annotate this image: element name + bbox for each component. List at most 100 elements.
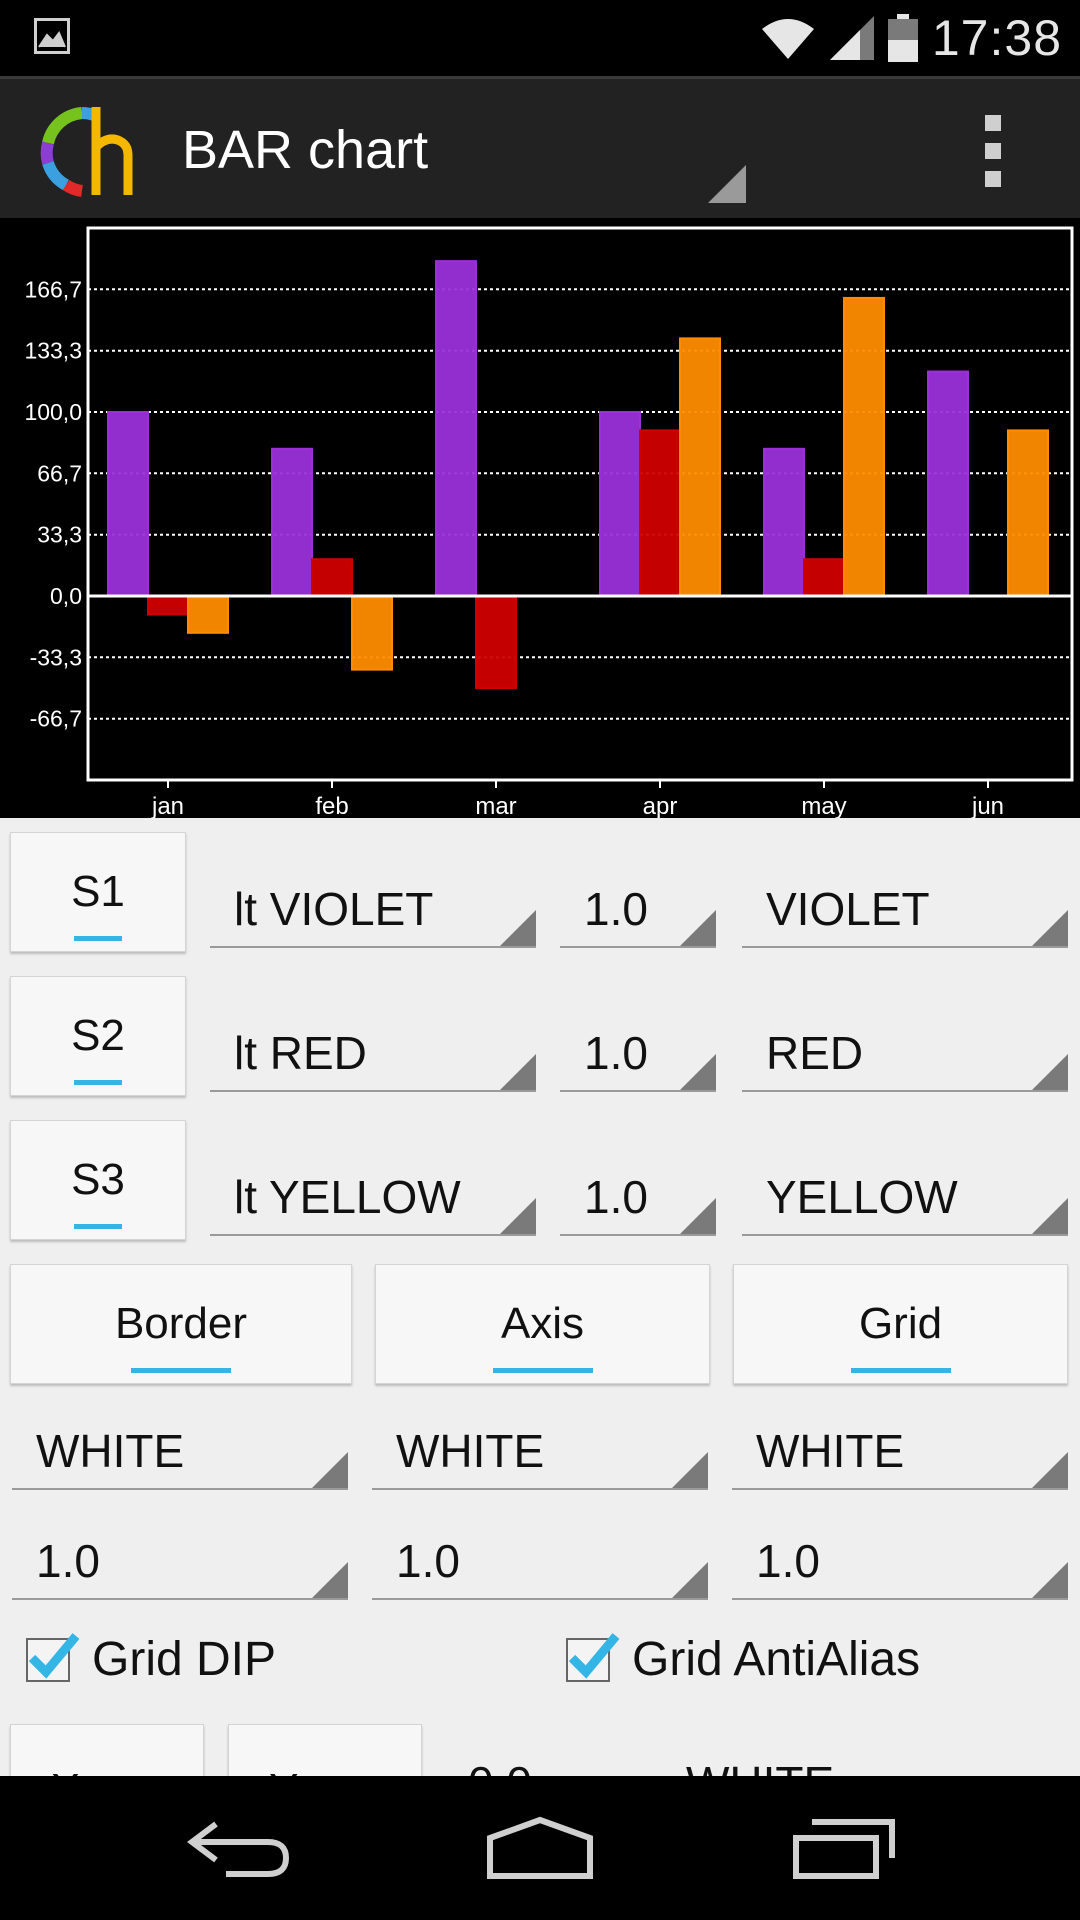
series-2-stroke-select[interactable]: RED <box>742 1014 1068 1092</box>
axis-button[interactable]: Axis <box>375 1264 710 1384</box>
bar <box>435 260 477 598</box>
bar <box>599 411 641 597</box>
page-title[interactable]: BAR chart <box>182 119 428 181</box>
border-color-select[interactable]: WHITE <box>12 1412 348 1490</box>
navigation-bar <box>0 1776 1080 1920</box>
y-tick-label: 33,3 <box>37 522 82 548</box>
dropdown-icon <box>672 1562 708 1598</box>
y-tick-label: 166,7 <box>24 276 82 302</box>
series-3-stroke-select[interactable]: YELLOW <box>742 1158 1068 1236</box>
series-2-stroke-value: RED <box>766 1027 864 1079</box>
bar <box>187 595 229 634</box>
axis-button-label: Axis <box>500 1299 585 1348</box>
grid-antialias-checkbox[interactable]: Grid AntiAlias <box>566 1632 920 1687</box>
bar <box>639 429 681 597</box>
series-1-stroke-select[interactable]: VIOLET <box>742 870 1068 948</box>
dropdown-icon <box>500 1054 536 1090</box>
axis-color-select[interactable]: WHITE <box>372 1412 708 1490</box>
axis-width-value: 1.0 <box>396 1535 460 1587</box>
title-dropdown-icon[interactable] <box>708 165 746 203</box>
border-button[interactable]: Border <box>10 1264 352 1384</box>
series-2-label: S2 <box>71 1011 125 1060</box>
series-1-label: S1 <box>71 867 125 916</box>
series-1-stroke-value: VIOLET <box>766 883 930 935</box>
series-2-button[interactable]: S2 <box>10 976 186 1096</box>
bar <box>351 595 393 671</box>
series-3-button[interactable]: S3 <box>10 1120 186 1240</box>
grid-color-value: WHITE <box>756 1425 905 1477</box>
grid-dip-label: Grid DIP <box>92 1633 277 1686</box>
x-tick-label: may <box>801 793 846 818</box>
axis-width-select[interactable]: 1.0 <box>372 1522 708 1600</box>
dropdown-icon <box>680 910 716 946</box>
series-3-width-select[interactable]: 1.0 <box>560 1158 716 1236</box>
recent-apps-icon[interactable] <box>790 1816 898 1880</box>
dropdown-icon <box>1032 1562 1068 1598</box>
series-2-fill-select[interactable]: lt RED <box>210 1014 536 1092</box>
dropdown-icon <box>672 1452 708 1488</box>
clock: 17:38 <box>931 10 1062 66</box>
grid-antialias-label: Grid AntiAlias <box>632 1633 921 1686</box>
dropdown-icon <box>312 1562 348 1598</box>
bar <box>311 558 353 598</box>
border-width-value: 1.0 <box>36 1535 100 1587</box>
series-3-stroke-value: YELLOW <box>766 1171 958 1223</box>
app-logo-icon[interactable] <box>36 101 136 201</box>
checkbox-checked-icon <box>26 1632 80 1682</box>
chart-canvas: 166,7 133,3 100,0 66,7 33,3 0,0 -33,3 -66,7 jan f… <box>24 226 1074 818</box>
y-tick-label: -66,7 <box>30 706 82 732</box>
dropdown-icon <box>1032 1452 1068 1488</box>
settings-panel: S1 lt VIOLET 1.0 VIOLET S2 lt RED 1.0 RE… <box>0 818 1080 1776</box>
grid-color-select[interactable]: WHITE <box>732 1412 1068 1490</box>
series-3-width-value: 1.0 <box>584 1171 648 1223</box>
bar <box>763 447 805 597</box>
dropdown-icon <box>680 1054 716 1090</box>
x-text-button[interactable]: X text <box>10 1724 204 1776</box>
border-width-select[interactable]: 1.0 <box>12 1522 348 1600</box>
border-color-value: WHITE <box>36 1425 185 1477</box>
text-size-select[interactable]: 0.0 <box>468 1756 532 1776</box>
home-icon[interactable] <box>484 1816 596 1880</box>
back-icon[interactable] <box>186 1816 292 1880</box>
axis-color-value: WHITE <box>396 1425 545 1477</box>
y-text-button[interactable]: Y text <box>228 1724 422 1776</box>
series-2-width-select[interactable]: 1.0 <box>560 1014 716 1092</box>
x-tick-label: jan <box>151 793 184 818</box>
series-3-fill-select[interactable]: lt YELLOW <box>210 1158 536 1236</box>
grid-button[interactable]: Grid <box>733 1264 1068 1384</box>
bar <box>1007 429 1049 597</box>
dropdown-icon <box>500 1198 536 1234</box>
bar <box>271 447 313 597</box>
status-bar: 17:38 <box>0 0 1080 76</box>
checkbox-checked-icon <box>566 1632 620 1682</box>
grid-dip-checkbox[interactable]: Grid DIP <box>26 1632 276 1687</box>
x-tick-label: mar <box>475 793 516 818</box>
grid-width-value: 1.0 <box>756 1535 820 1587</box>
series-2-fill-value: lt RED <box>234 1027 367 1079</box>
series-1-width-value: 1.0 <box>584 883 648 935</box>
dropdown-icon <box>1032 1054 1068 1090</box>
text-color-select[interactable]: WHITE <box>686 1756 834 1776</box>
series-2-width-value: 1.0 <box>584 1027 648 1079</box>
series-1-fill-select[interactable]: lt VIOLET <box>210 870 536 948</box>
series-1-button[interactable]: S1 <box>10 832 186 952</box>
wifi-icon <box>761 19 814 59</box>
image-icon <box>34 18 70 54</box>
bar <box>475 595 517 689</box>
y-tick-label: 100,0 <box>24 399 82 425</box>
x-tick-label: feb <box>315 793 348 818</box>
grid-width-select[interactable]: 1.0 <box>732 1522 1068 1600</box>
bar-chart: 166,7 133,3 100,0 66,7 33,3 0,0 -33,3 -66,7 jan f… <box>0 218 1080 818</box>
bar <box>679 337 721 598</box>
dropdown-icon <box>680 1198 716 1234</box>
overflow-menu-icon[interactable] <box>982 115 1004 187</box>
y-tick-label: -33,3 <box>30 644 82 670</box>
series-1-width-select[interactable]: 1.0 <box>560 870 716 948</box>
y-tick-label: 133,3 <box>24 338 82 364</box>
y-tick-label: 66,7 <box>37 460 82 486</box>
grid-button-label: Grid <box>858 1299 943 1348</box>
dropdown-icon <box>1032 1198 1068 1234</box>
y-tick-label: 0,0 <box>50 583 82 609</box>
x-tick-label: jun <box>971 793 1004 818</box>
signal-icon <box>829 16 874 60</box>
